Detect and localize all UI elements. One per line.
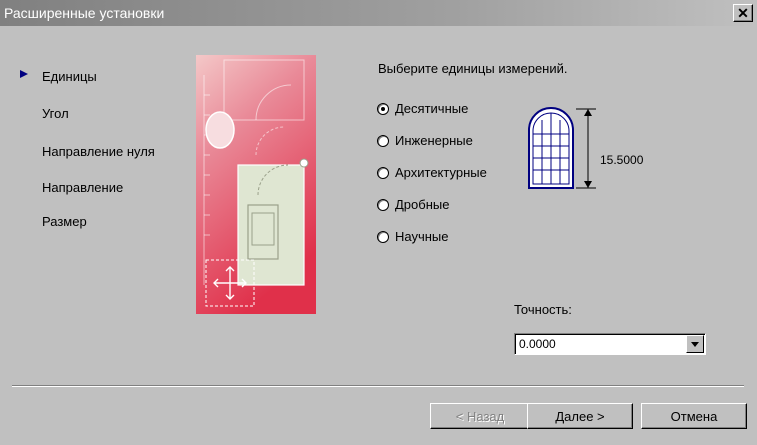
radio-button[interactable]	[377, 102, 389, 115]
radio-label: Научные	[395, 229, 449, 244]
precision-value: 0.0000	[519, 337, 556, 351]
radio-label: Инженерные	[395, 133, 473, 148]
window-preview-icon	[528, 107, 596, 189]
radio-button[interactable]	[377, 230, 389, 243]
current-step-arrow-icon	[20, 70, 28, 78]
cancel-button[interactable]: Отмена	[641, 403, 747, 429]
title-bar: Расширенные установки ✕	[0, 0, 757, 26]
nav-item-angle[interactable]: Угол	[42, 106, 69, 121]
radio-label: Архитектурные	[395, 165, 487, 180]
radio-fractional[interactable]: Дробные	[377, 197, 449, 212]
radio-button[interactable]	[377, 166, 389, 179]
close-icon: ✕	[737, 5, 749, 21]
wizard-illustration	[196, 55, 316, 314]
close-button[interactable]: ✕	[733, 4, 753, 22]
preview-dimension: 15.5000	[600, 153, 644, 167]
radio-scientific[interactable]: Научные	[377, 229, 449, 244]
nav-item-units[interactable]: Единицы	[42, 69, 97, 84]
separator	[12, 385, 744, 387]
window-title: Расширенные установки	[4, 5, 165, 21]
radio-architectural[interactable]: Архитектурные	[377, 165, 487, 180]
precision-select[interactable]: 0.0000	[514, 333, 706, 355]
nav-item-angle-direction[interactable]: Направление	[42, 180, 123, 195]
radio-label: Десятичные	[395, 101, 469, 116]
radio-engineering[interactable]: Инженерные	[377, 133, 473, 148]
units-prompt: Выберите единицы измерений.	[378, 61, 568, 76]
nav-item-angle-base[interactable]: Направление нуля	[42, 144, 155, 159]
radio-button[interactable]	[377, 134, 389, 147]
radio-decimal[interactable]: Десятичные	[377, 101, 468, 116]
radio-button[interactable]	[377, 198, 389, 211]
radio-label: Дробные	[395, 197, 450, 212]
back-button[interactable]: < Назад	[430, 403, 530, 429]
nav-item-area[interactable]: Размер	[42, 214, 87, 229]
next-button[interactable]: Далее >	[527, 403, 633, 429]
chevron-down-icon[interactable]	[686, 335, 704, 353]
precision-label: Точность:	[514, 302, 572, 317]
